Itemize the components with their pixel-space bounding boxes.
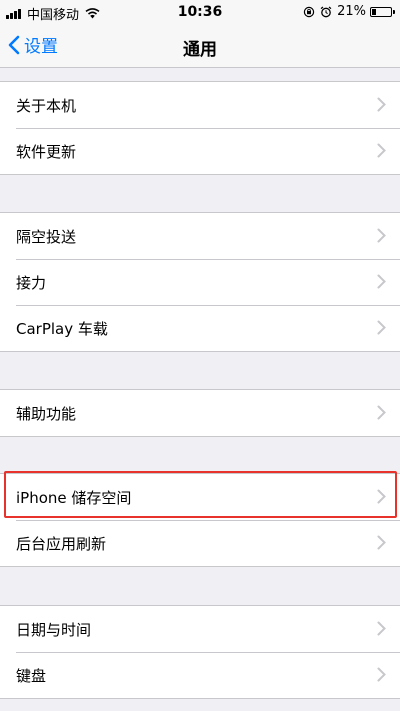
chevron-right-icon	[377, 228, 386, 243]
chevron-right-icon	[377, 535, 386, 550]
chevron-right-icon	[377, 143, 386, 158]
row-airdrop[interactable]: 隔空投送	[0, 213, 400, 259]
row-label: 后台应用刷新	[16, 534, 107, 553]
orientation-lock-icon	[303, 6, 315, 17]
settings-group-about: 关于本机 软件更新	[0, 81, 400, 175]
row-label: 隔空投送	[16, 227, 77, 246]
row-accessibility[interactable]: 辅助功能	[0, 390, 400, 436]
chevron-right-icon	[377, 320, 386, 335]
row-software-update[interactable]: 软件更新	[0, 128, 400, 174]
status-right: 21%	[298, 4, 395, 19]
navigation-bar: 设置 通用	[0, 24, 400, 68]
settings-group-connectivity: 隔空投送 接力 CarPlay 车载	[0, 212, 400, 352]
row-label: 日期与时间	[16, 620, 92, 639]
chevron-right-icon	[377, 667, 386, 682]
chevron-right-icon	[377, 621, 386, 636]
row-label: 软件更新	[16, 142, 77, 161]
settings-group-datetime: 日期与时间 键盘	[0, 605, 400, 699]
battery-percent: 21%	[337, 4, 366, 19]
chevron-right-icon	[377, 274, 386, 289]
page-title: 通用	[183, 40, 217, 60]
alarm-clock-icon	[320, 6, 332, 17]
row-about-this-phone[interactable]: 关于本机	[0, 82, 400, 128]
chevron-right-icon	[377, 405, 386, 420]
row-handoff[interactable]: 接力	[0, 259, 400, 305]
row-carplay[interactable]: CarPlay 车载	[0, 305, 400, 351]
row-date-time[interactable]: 日期与时间	[0, 606, 400, 652]
status-bar: 中国移动 10:36 21%	[0, 0, 400, 24]
row-label: CarPlay 车载	[16, 319, 108, 338]
row-keyboard[interactable]: 键盘	[0, 652, 400, 698]
row-label: 键盘	[16, 666, 47, 685]
chevron-right-icon	[377, 97, 386, 112]
highlight-box	[4, 471, 397, 518]
row-label: 关于本机	[16, 96, 77, 115]
row-background-app-refresh[interactable]: 后台应用刷新	[0, 520, 400, 566]
settings-group-accessibility: 辅助功能	[0, 389, 400, 437]
row-label: 接力	[16, 273, 47, 292]
battery-icon	[370, 6, 395, 17]
row-label: 辅助功能	[16, 404, 77, 423]
battery-fill	[372, 8, 376, 15]
